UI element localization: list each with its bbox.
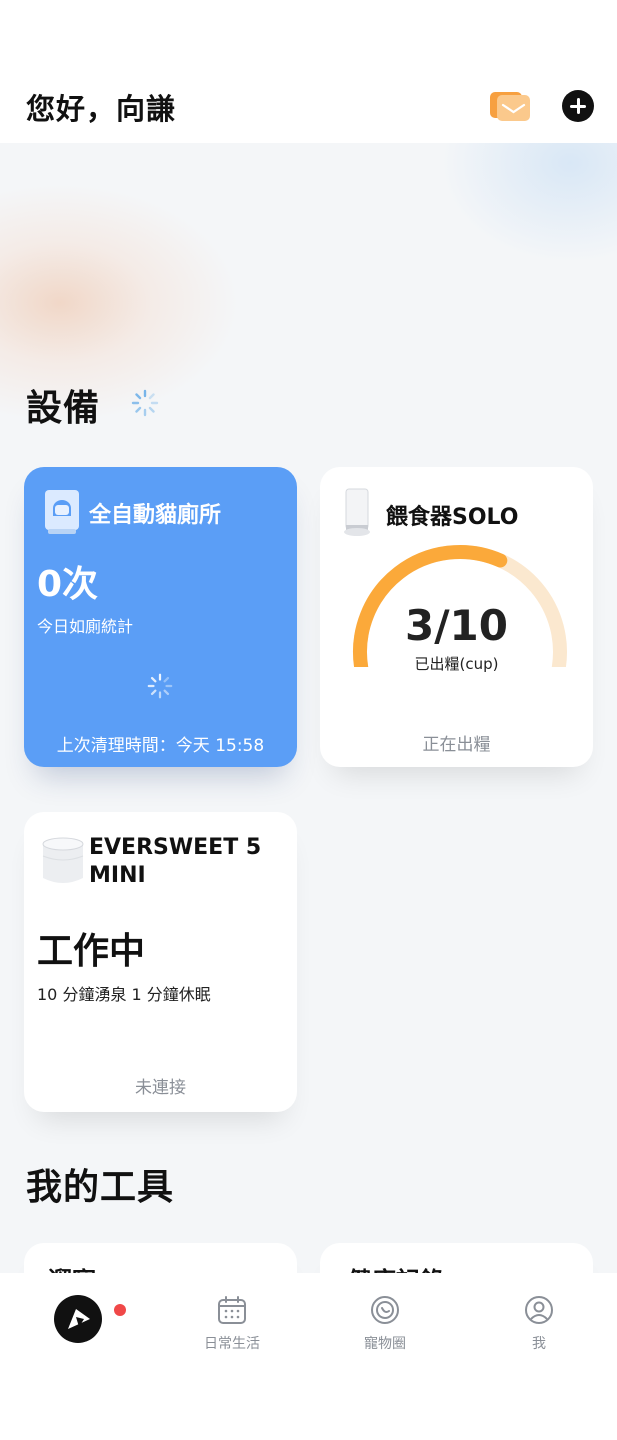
fountain-connection-status: 未連接 <box>135 1078 186 1098</box>
feeder-name: 餵食器SOLO <box>386 505 519 530</box>
fountain-card[interactable]: EVERSWEET 5 MINI 工作中 10 分鐘湧泉 1 分鐘休眠 未連接 <box>24 812 297 1112</box>
nav-profile[interactable]: 我 <box>499 1295 579 1353</box>
nav-pet-circle[interactable]: 寵物圈 <box>345 1295 425 1353</box>
nav-pet-circle-label: 寵物圈 <box>364 1336 406 1352</box>
main-content: 設備 全自動貓廁所 0次 今日如廁統計 上次清理時間：今天 15:58 餵食器S… <box>0 143 617 1273</box>
tool-card-walk-title: 遛寵 <box>48 1261 96 1273</box>
fountain-name-line2: MINI <box>89 863 146 888</box>
home-logo-icon <box>68 1309 90 1329</box>
tool-card-health-title: 健康記錄 <box>348 1261 444 1273</box>
add-device-button[interactable] <box>562 90 594 122</box>
profile-icon <box>525 1296 553 1324</box>
litter-box-count-label: 今日如廁統計 <box>37 617 134 636</box>
calendar-icon <box>218 1296 246 1324</box>
nav-daily-life[interactable]: 日常生活 <box>192 1295 272 1353</box>
top-header: 您好，向謙 <box>0 0 617 143</box>
devices-section-title: 設備 <box>26 388 101 429</box>
loading-spinner-icon <box>131 389 159 417</box>
loading-spinner-icon <box>147 673 173 699</box>
decorative-gradient <box>440 143 617 263</box>
nav-profile-label: 我 <box>532 1336 546 1352</box>
feed-progress-value: 3/10 <box>404 601 508 650</box>
feed-unit-label: 已出糧(cup) <box>414 655 499 673</box>
water-fountain-icon <box>42 837 84 883</box>
notification-dot <box>114 1304 126 1316</box>
pet-circle-icon <box>371 1296 399 1324</box>
greeting-text: 您好，向謙 <box>26 92 177 126</box>
litter-box-icon <box>45 490 79 534</box>
nav-home[interactable] <box>54 1295 102 1343</box>
litter-box-last-clean: 上次清理時間：今天 15:58 <box>56 736 265 756</box>
litter-box-name: 全自動貓廁所 <box>89 503 222 528</box>
feeder-icon <box>344 488 370 536</box>
feeder-status: 正在出糧 <box>422 735 491 755</box>
tool-card-walk[interactable]: 遛寵 <box>24 1243 297 1273</box>
litter-box-count: 0次 <box>37 564 99 605</box>
tools-section-title: 我的工具 <box>26 1167 175 1208</box>
litter-box-card[interactable]: 全自動貓廁所 0次 今日如廁統計 上次清理時間：今天 15:58 <box>24 467 297 767</box>
fountain-mode: 10 分鐘湧泉 1 分鐘休眠 <box>37 985 211 1004</box>
feeder-card[interactable]: 餵食器SOLO 3/10 已出糧(cup) 正在出糧 <box>320 467 593 767</box>
mail-icon[interactable] <box>488 88 532 124</box>
fountain-state: 工作中 <box>37 931 146 972</box>
bottom-nav: 日常生活 寵物圈 我 <box>0 1273 617 1440</box>
tool-card-health[interactable]: 健康記錄 <box>320 1243 593 1273</box>
fountain-name: EVERSWEET 5 <box>89 835 262 860</box>
nav-daily-life-label: 日常生活 <box>204 1336 260 1352</box>
